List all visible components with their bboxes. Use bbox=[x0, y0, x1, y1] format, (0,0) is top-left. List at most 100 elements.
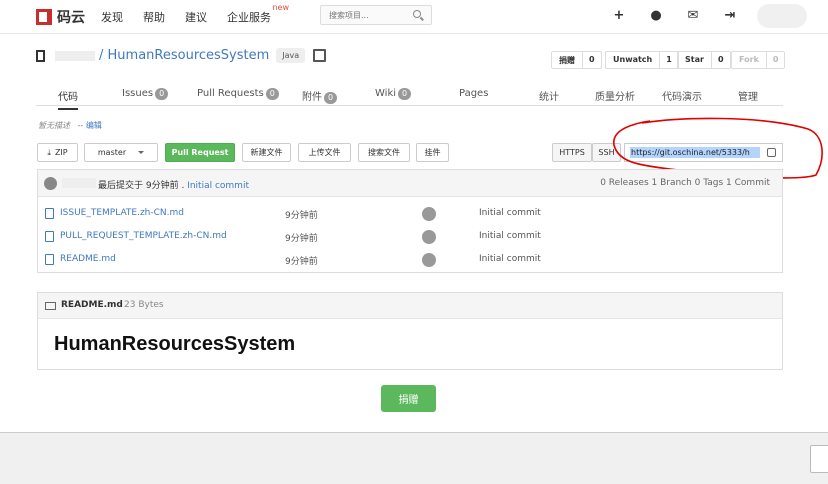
book-icon bbox=[45, 302, 56, 310]
donate-counter[interactable]: 捐赠 0 bbox=[551, 51, 602, 69]
readme-heading: HumanResourcesSystem bbox=[54, 333, 296, 355]
widget-button[interactable]: 挂件 bbox=[416, 143, 449, 162]
logo-text: 码云 bbox=[57, 10, 85, 26]
owner-name-redacted[interactable] bbox=[55, 50, 95, 61]
latest-commit-bar: 最后提交于 9分钟前 . Initial commit 0 Releases 1… bbox=[38, 170, 782, 197]
project-title[interactable]: / HumanResourcesSystem bbox=[99, 48, 269, 63]
file-row[interactable]: README.md 9分钟前 Initial commit bbox=[38, 249, 782, 272]
fork-button[interactable]: Fork 0 bbox=[731, 51, 786, 69]
tab-attachments[interactable]: 附件 0 bbox=[302, 88, 338, 104]
edit-prefix: -- bbox=[77, 121, 84, 130]
file-time: 9分钟前 bbox=[285, 234, 318, 244]
readme-filename: README.md bbox=[61, 300, 123, 310]
tab-stats-label: 统计 bbox=[539, 92, 559, 103]
readme-header: README.md 23 Bytes bbox=[38, 293, 782, 319]
watch-button[interactable]: Unwatch 1 bbox=[605, 51, 679, 69]
avatar[interactable] bbox=[757, 4, 807, 28]
nav-link-feedback[interactable]: 建议 bbox=[185, 9, 207, 25]
https-button[interactable]: HTTPS bbox=[552, 143, 592, 162]
watch-label: Unwatch bbox=[606, 52, 661, 68]
file-row[interactable]: PULL_REQUEST_TEMPLATE.zh-CN.md 9分钟前 Init… bbox=[38, 226, 782, 249]
latest-commit-info: 最后提交于 9分钟前 . Initial commit bbox=[98, 178, 249, 191]
nav-link-discover[interactable]: 发现 bbox=[101, 9, 123, 25]
tab-wiki-badge: 0 bbox=[398, 88, 412, 100]
description-text: 暂无描述 bbox=[38, 121, 70, 130]
file-icon bbox=[45, 254, 54, 265]
avatar bbox=[422, 253, 436, 267]
file-time: 9分钟前 bbox=[285, 211, 318, 221]
pull-request-button[interactable]: Pull Request bbox=[165, 143, 235, 162]
search-input[interactable] bbox=[321, 6, 407, 24]
new-badge: new bbox=[272, 3, 289, 12]
tab-quality-label: 质量分析 bbox=[595, 92, 635, 103]
zip-label: ZIP bbox=[54, 148, 68, 157]
chevron-down-icon bbox=[138, 151, 145, 157]
file-row[interactable]: ISSUE_TEMPLATE.zh-CN.md 9分钟前 Initial com… bbox=[38, 203, 782, 226]
logo[interactable]: 码云 bbox=[36, 7, 85, 27]
download-icon: ⤓ bbox=[47, 147, 51, 157]
watch-count: 1 bbox=[666, 55, 672, 64]
file-list: 最后提交于 9分钟前 . Initial commit 0 Releases 1… bbox=[37, 169, 783, 273]
top-navbar: 码云 发现 帮助 建议 企业服务new + ● ✉ ⇥ bbox=[0, 0, 828, 34]
mail-icon[interactable]: ✉ bbox=[686, 9, 700, 23]
message-icon[interactable] bbox=[313, 49, 327, 62]
file-commit-message[interactable]: Initial commit bbox=[479, 254, 541, 264]
star-count: 0 bbox=[717, 55, 724, 64]
file-commit-message[interactable]: Initial commit bbox=[479, 231, 541, 241]
search-file-button[interactable]: 搜索文件 bbox=[358, 143, 410, 162]
project-separator: / bbox=[99, 48, 104, 63]
nav-link-help[interactable]: 帮助 bbox=[143, 9, 165, 25]
file-icon bbox=[45, 208, 54, 219]
tab-manage-label: 管理 bbox=[738, 92, 758, 103]
tab-manage[interactable]: 管理 bbox=[738, 88, 758, 103]
new-file-button[interactable]: 新建文件 bbox=[242, 143, 291, 162]
latest-commit-message[interactable]: Initial commit bbox=[187, 181, 249, 191]
committer-name-redacted bbox=[62, 178, 96, 188]
edit-description-link[interactable]: -- 编辑 bbox=[78, 121, 102, 130]
nav-links: 发现 帮助 建议 企业服务 new bbox=[101, 3, 291, 25]
donate-label: 捐赠 bbox=[552, 52, 583, 68]
logout-icon[interactable]: ⇥ bbox=[723, 9, 737, 23]
file-name[interactable]: ISSUE_TEMPLATE.zh-CN.md bbox=[60, 208, 184, 218]
search-icon[interactable] bbox=[413, 10, 421, 18]
tab-issues-label: Issues bbox=[122, 88, 154, 99]
upload-file-button[interactable]: 上传文件 bbox=[298, 143, 351, 162]
tab-quality[interactable]: 质量分析 bbox=[595, 88, 635, 103]
file-name[interactable]: PULL_REQUEST_TEMPLATE.zh-CN.md bbox=[60, 231, 227, 241]
tab-pull-requests[interactable]: Pull Requests 0 bbox=[197, 88, 279, 100]
plus-icon[interactable]: + bbox=[612, 9, 626, 23]
tab-pages-label: Pages bbox=[459, 88, 489, 99]
donate-button[interactable]: 捐赠 bbox=[381, 385, 436, 412]
star-label: Star bbox=[678, 52, 712, 68]
user-icon[interactable]: ● bbox=[649, 9, 663, 23]
file-name[interactable]: README.md bbox=[60, 254, 116, 264]
tab-demo[interactable]: 代码演示 bbox=[662, 88, 702, 103]
tab-stats[interactable]: 统计 bbox=[539, 88, 559, 103]
nav-link-enterprise[interactable]: 企业服务 new bbox=[227, 3, 289, 25]
zip-button[interactable]: ⤓ ZIP bbox=[37, 143, 78, 162]
header-actions: + ● ✉ ⇥ bbox=[612, 9, 760, 23]
avatar bbox=[422, 230, 436, 244]
tab-issues[interactable]: Issues 0 bbox=[122, 88, 169, 100]
project-header: / HumanResourcesSystem Java bbox=[36, 48, 327, 63]
repo-tabs: 代码 Issues 0 Pull Requests 0 附件 0 Wiki 0 Page… bbox=[36, 82, 783, 110]
branch-select[interactable]: master bbox=[84, 143, 158, 162]
taskbar-slot[interactable] bbox=[810, 445, 828, 473]
logo-icon bbox=[36, 9, 52, 25]
language-badge: Java bbox=[276, 48, 306, 63]
tab-pull-requests-label: Pull Requests bbox=[197, 88, 264, 99]
bottom-taskbar bbox=[0, 432, 828, 484]
star-button[interactable]: Star 0 bbox=[677, 51, 731, 69]
tab-code[interactable]: 代码 bbox=[58, 88, 78, 110]
tab-pages[interactable]: Pages bbox=[459, 88, 488, 99]
search-box bbox=[320, 5, 432, 25]
tab-issues-badge: 0 bbox=[155, 88, 169, 100]
repo-stats[interactable]: 0 Releases 1 Branch 0 Tags 1 Commit bbox=[600, 178, 770, 188]
branch-label: master bbox=[97, 148, 127, 157]
file-icon bbox=[45, 231, 54, 242]
tab-wiki[interactable]: Wiki 0 bbox=[375, 88, 412, 100]
tab-pull-requests-badge: 0 bbox=[265, 88, 279, 100]
repo-icon bbox=[36, 49, 45, 62]
fork-label: Fork bbox=[732, 52, 767, 68]
file-commit-message[interactable]: Initial commit bbox=[479, 208, 541, 218]
